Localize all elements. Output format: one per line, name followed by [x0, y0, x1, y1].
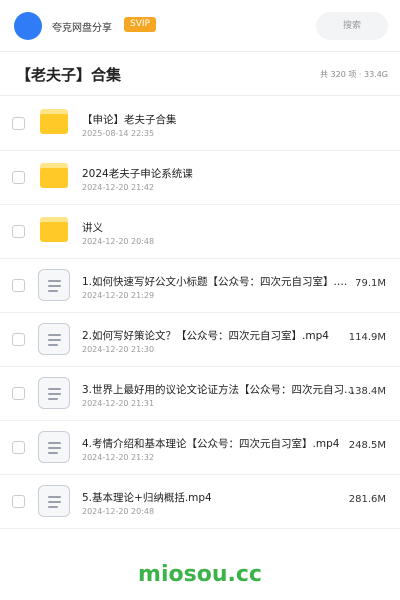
list-item[interactable]: 4.考情介绍和基本理论【公众号：四次元自习室】.mp4 2024-12-20 2…	[0, 421, 400, 475]
row-checkbox[interactable]	[12, 495, 25, 508]
item-size: 281.6M	[348, 494, 386, 505]
document-icon	[38, 377, 70, 409]
list-item[interactable]: 3.世界上最好用的议论文论证方法【公众号：四次元自习室】.mp4 2024-12…	[0, 367, 400, 421]
document-icon	[38, 269, 70, 301]
item-date: 2024-12-20 20:48	[82, 507, 155, 516]
row-checkbox[interactable]	[12, 387, 25, 400]
row-checkbox[interactable]	[12, 225, 25, 238]
item-date: 2025-08-14 22:35	[82, 129, 155, 138]
row-checkbox[interactable]	[12, 279, 25, 292]
item-name: 2.如何写好策论文？【公众号：四次元自习室】.mp4	[82, 330, 329, 342]
svip-badge: SVIP	[124, 17, 156, 32]
item-date: 2024-12-20 21:29	[82, 291, 155, 300]
item-name: 1.如何快速写好公文小标题【公众号：四次元自习室】.mp4	[82, 276, 356, 288]
document-icon	[38, 485, 70, 517]
top-bar: 夸克网盘分享 SVIP 搜索	[0, 0, 400, 52]
item-name: 【申论】老夫子合集	[82, 114, 177, 126]
item-name: 4.考情介绍和基本理论【公众号：四次元自习室】.mp4	[82, 438, 340, 450]
item-name: 3.世界上最好用的议论文论证方法【公众号：四次元自习室】.mp4	[82, 384, 356, 396]
file-list: 【申论】老夫子合集 2025-08-14 22:35 2024老夫子申论系统课 …	[0, 97, 400, 529]
item-date: 2024-12-20 21:31	[82, 399, 155, 408]
user-name[interactable]: 夸克网盘分享	[52, 19, 112, 34]
folder-meta: 共 320 项 · 33.4G	[320, 70, 388, 79]
row-checkbox[interactable]	[12, 171, 25, 184]
watermark: miosou.cc	[138, 562, 262, 587]
list-item[interactable]: 讲义 2024-12-20 20:48	[0, 205, 400, 259]
item-date: 2024-12-20 21:32	[82, 453, 155, 462]
row-checkbox[interactable]	[12, 117, 25, 130]
folder-icon	[40, 217, 68, 242]
item-date: 2024-12-20 21:30	[82, 345, 155, 354]
list-item[interactable]: 2024老夫子申论系统课 2024-12-20 21:42	[0, 151, 400, 205]
row-checkbox[interactable]	[12, 333, 25, 346]
item-date: 2024-12-20 20:48	[82, 237, 155, 246]
list-item[interactable]: 2.如何写好策论文？【公众号：四次元自习室】.mp4 2024-12-20 21…	[0, 313, 400, 367]
list-item[interactable]: 1.如何快速写好公文小标题【公众号：四次元自习室】.mp4 2024-12-20…	[0, 259, 400, 313]
page-title: 【老夫子】合集	[16, 66, 122, 84]
folder-icon	[40, 163, 68, 188]
item-size: 248.5M	[348, 440, 386, 451]
item-size: 138.4M	[348, 386, 386, 397]
item-size: 114.9M	[348, 332, 386, 343]
avatar[interactable]	[14, 12, 42, 40]
list-item[interactable]: 【申论】老夫子合集 2025-08-14 22:35	[0, 97, 400, 151]
list-item[interactable]: 5.基本理论+归纳概括.mp4 2024-12-20 20:48 281.6M	[0, 475, 400, 529]
document-icon	[38, 431, 70, 463]
item-name: 讲义	[82, 222, 103, 234]
item-date: 2024-12-20 21:42	[82, 183, 155, 192]
search-input[interactable]: 搜索	[316, 12, 388, 40]
row-checkbox[interactable]	[12, 441, 25, 454]
item-name: 2024老夫子申论系统课	[82, 168, 193, 180]
item-size: 79.1M	[355, 278, 386, 289]
folder-icon	[40, 109, 68, 134]
item-name: 5.基本理论+归纳概括.mp4	[82, 492, 212, 504]
folder-header: 【老夫子】合集 共 320 项 · 33.4G	[0, 52, 400, 96]
document-icon	[38, 323, 70, 355]
